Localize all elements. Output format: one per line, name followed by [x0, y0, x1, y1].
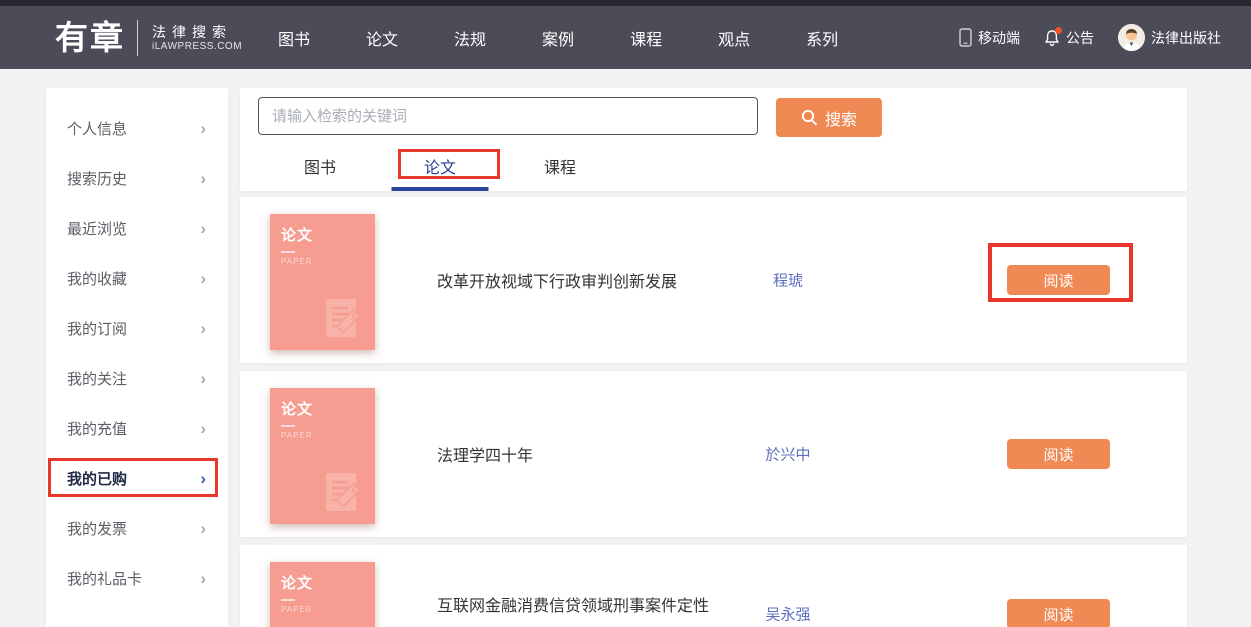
sidebar-item-label: 我的已购 [67, 468, 127, 489]
avatar [1118, 24, 1145, 51]
cover-dash [281, 599, 295, 601]
sidebar-item-label: 我的发票 [67, 518, 127, 539]
logo-divider [137, 20, 138, 56]
notice-link[interactable]: 公告 [1044, 28, 1094, 48]
result-tabs: 图书 论文 课程 [304, 145, 576, 191]
tab-label: 论文 [424, 154, 456, 178]
chevron-right-icon: › [200, 270, 206, 287]
tab[interactable]: 论文 [424, 145, 456, 191]
sidebar-item[interactable]: 我的已购 › [46, 453, 228, 503]
account-sidebar: 个人信息 › 搜索历史 › 最近浏览 › 我的收藏 › 我的订阅 › 我的关注 … [46, 88, 228, 627]
paper-cover[interactable]: 论文 PAPER [270, 214, 375, 350]
logo-wordmark: 有章 [55, 21, 125, 54]
sidebar-item[interactable]: 搜索历史 › [46, 153, 228, 203]
sidebar-item[interactable]: 我的订阅 › [46, 303, 228, 353]
chevron-right-icon: › [200, 520, 206, 537]
cover-type-label: 论文 [281, 572, 375, 593]
paper-author-link[interactable]: 程琥 [708, 270, 868, 291]
sidebar-item-label: 个人信息 [67, 118, 127, 139]
nav-item[interactable]: 观点 [718, 26, 750, 50]
sidebar-item-label: 我的订阅 [67, 318, 127, 339]
sidebar-item[interactable]: 我的充值 › [46, 403, 228, 453]
logo-subtitle-block: 法律搜索 iLAWPRESS.COM [152, 24, 242, 52]
chevron-right-icon: › [200, 570, 206, 587]
notification-dot [1055, 27, 1062, 34]
mobile-app-link[interactable]: 移动端 [959, 28, 1020, 48]
paper-author-link[interactable]: 於兴中 [708, 444, 868, 465]
sidebar-item[interactable]: 个人信息 › [46, 103, 228, 153]
username: 法律出版社 [1151, 28, 1221, 48]
search-icon [801, 109, 818, 126]
paper-author-link[interactable]: 吴永强 [708, 604, 868, 625]
search-button[interactable]: 搜索 [776, 98, 882, 137]
search-input[interactable] [258, 97, 758, 135]
site-logo[interactable]: 有章 法律搜索 iLAWPRESS.COM [55, 20, 242, 56]
sidebar-item-label: 搜索历史 [67, 168, 127, 189]
sidebar-item-label: 我的收藏 [67, 268, 127, 289]
read-button[interactable]: 阅读 [1007, 599, 1110, 627]
paper-title[interactable]: 法理学四十年 [437, 442, 533, 466]
paper-row: 论文 PAPER 法理学四十年 於兴中 阅读 [240, 371, 1187, 537]
chevron-right-icon: › [200, 370, 206, 387]
paper-title[interactable]: 互联网金融消费信贷领域刑事案件定性 [437, 592, 709, 616]
sidebar-item-label: 我的充值 [67, 418, 127, 439]
nav-item[interactable]: 图书 [278, 26, 310, 50]
cover-type-sublabel: PAPER [281, 605, 375, 614]
chevron-right-icon: › [200, 120, 206, 137]
paper-row: 论文 PAPER 互联网金融消费信贷领域刑事案件定性 吴永强 阅读 [240, 545, 1187, 627]
sidebar-item-label: 最近浏览 [67, 218, 127, 239]
sidebar-item[interactable]: 最近浏览 › [46, 203, 228, 253]
logo-domain: iLAWPRESS.COM [152, 41, 242, 52]
nav-item[interactable]: 案例 [542, 26, 574, 50]
tab[interactable]: 课程 [544, 145, 576, 191]
nav-item[interactable]: 论文 [366, 26, 398, 50]
logo-subtitle: 法律搜索 [152, 24, 242, 41]
read-button[interactable]: 阅读 [1007, 265, 1110, 295]
paper-cover[interactable]: 论文 PAPER [270, 388, 375, 524]
cover-type-label: 论文 [281, 224, 375, 245]
document-pencil-icon [320, 293, 368, 341]
read-button[interactable]: 阅读 [1007, 439, 1110, 469]
search-panel: 搜索 图书 论文 课程 [240, 88, 1187, 191]
chevron-right-icon: › [200, 220, 206, 237]
cover-dash [281, 251, 295, 253]
nav-item[interactable]: 法规 [454, 26, 486, 50]
sidebar-item[interactable]: 我的发票 › [46, 503, 228, 553]
cover-type-label: 论文 [281, 398, 375, 419]
sidebar-item[interactable]: 我的礼品卡 › [46, 553, 228, 603]
document-pencil-icon [320, 467, 368, 515]
cover-type-sublabel: PAPER [281, 257, 375, 266]
tab[interactable]: 图书 [304, 145, 336, 191]
sidebar-item[interactable]: 我的关注 › [46, 353, 228, 403]
mobile-app-label: 移动端 [978, 28, 1020, 48]
top-navbar: 有章 法律搜索 iLAWPRESS.COM 图书 论文 法规 案例 课程 观点 系列 移动端… [0, 6, 1251, 69]
sidebar-item-label: 我的关注 [67, 368, 127, 389]
main-nav: 图书 论文 法规 案例 课程 观点 系列 [250, 26, 866, 50]
paper-row: 论文 PAPER 改革开放视域下行政审判创新发展 程琥 阅读 [240, 197, 1187, 363]
chevron-right-icon: › [200, 170, 206, 187]
paper-cover[interactable]: 论文 PAPER [270, 562, 375, 627]
nav-item[interactable]: 系列 [806, 26, 838, 50]
search-button-label: 搜索 [825, 106, 857, 130]
paper-title[interactable]: 改革开放视域下行政审判创新发展 [437, 268, 677, 292]
sidebar-item[interactable]: 我的收藏 › [46, 253, 228, 303]
user-account[interactable]: 法律出版社 [1118, 24, 1221, 51]
chevron-right-icon: › [200, 320, 206, 337]
navbar-right: 移动端 公告 法律出版社 [959, 24, 1221, 51]
chevron-right-icon: › [200, 420, 206, 437]
cover-type-sublabel: PAPER [281, 431, 375, 440]
sidebar-item-label: 我的礼品卡 [67, 568, 142, 589]
chevron-right-icon: › [200, 470, 206, 487]
notice-label: 公告 [1066, 28, 1094, 48]
cover-dash [281, 425, 295, 427]
nav-item[interactable]: 课程 [630, 26, 662, 50]
tab-label: 图书 [304, 154, 336, 178]
tab-label: 课程 [544, 154, 576, 178]
phone-icon [959, 28, 972, 47]
bell-icon [1044, 29, 1060, 47]
